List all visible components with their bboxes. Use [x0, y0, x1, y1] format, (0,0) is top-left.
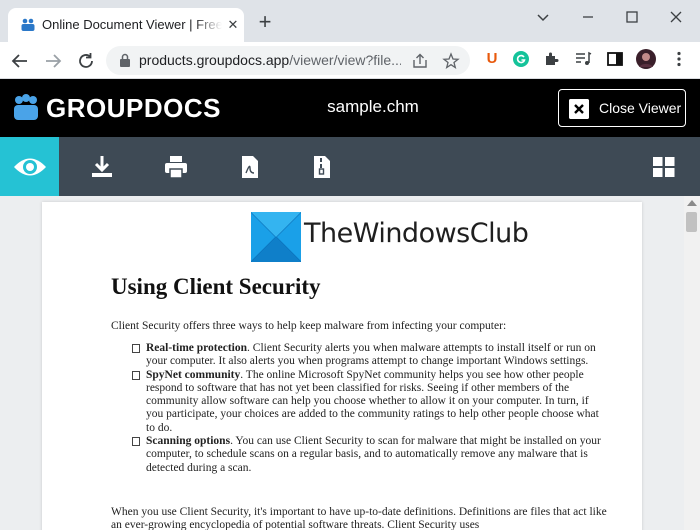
browser-tab[interactable]: Online Document Viewer | Free GroupDocs …	[8, 8, 244, 42]
view-mode-button[interactable]	[0, 137, 59, 196]
download-icon[interactable]	[89, 154, 115, 180]
url-path: /viewer/view?file...	[289, 52, 401, 68]
eye-icon	[14, 158, 46, 176]
document-page: TheWindowsClub Using Client Security Cli…	[42, 202, 642, 530]
chrome-menu-icon[interactable]	[670, 50, 688, 68]
list-item: Scanning options. You can use Client Sec…	[132, 435, 602, 475]
scrollbar-thumb[interactable]	[686, 212, 697, 232]
bullet-box-icon	[132, 437, 140, 447]
bullet-list: Real-time protection. Client Security al…	[132, 342, 602, 475]
windowsclub-logo-icon	[251, 212, 301, 262]
side-panel-icon[interactable]	[606, 50, 624, 68]
viewer-header: GROUPDOCS sample.chm Close Viewer	[0, 79, 700, 137]
document-intro: Client Security offers three ways to hel…	[111, 320, 507, 332]
ublock-extension-icon[interactable]: U	[483, 50, 501, 68]
url-host: products.groupdocs.app	[139, 52, 290, 68]
groupdocs-brand: GROUPDOCS	[46, 93, 221, 123]
url-omnibox[interactable]: products.groupdocs.app/viewer/view?file.…	[106, 46, 470, 75]
browser-tab-strip: Online Document Viewer | Free GroupDocs …	[0, 0, 700, 42]
groupdocs-logo-icon	[14, 94, 38, 120]
list-item: SpyNet community. The online Microsoft S…	[132, 369, 602, 435]
document-viewport[interactable]: TheWindowsClub Using Client Security Cli…	[0, 196, 700, 530]
document-paragraph: When you use Client Security, it's impor…	[111, 506, 607, 530]
watermark-text: TheWindowsClub	[304, 218, 529, 249]
bullet-term: Real-time protection	[146, 342, 248, 354]
close-viewer-label: Close Viewer	[599, 100, 682, 116]
profile-avatar[interactable]	[636, 49, 656, 69]
tab-search-chevron-icon[interactable]	[533, 7, 553, 27]
close-viewer-button[interactable]: Close Viewer	[558, 89, 686, 127]
tab-title-fade	[194, 14, 222, 34]
grammarly-extension-icon[interactable]	[512, 50, 530, 68]
document-heading: Using Client Security	[111, 274, 321, 299]
browser-address-bar: products.groupdocs.app/viewer/view?file.…	[0, 42, 700, 79]
new-tab-icon[interactable]: +	[255, 11, 275, 33]
bullet-term: Scanning options	[146, 435, 231, 448]
document-file-name: sample.chm	[327, 97, 419, 116]
list-item: Real-time protection. Client Security al…	[132, 342, 602, 369]
vertical-scrollbar[interactable]	[684, 196, 700, 530]
bullet-box-icon	[132, 370, 140, 380]
groupdocs-favicon-icon	[21, 18, 35, 31]
print-icon[interactable]	[163, 154, 189, 180]
url-text[interactable]: products.groupdocs.app/viewer/view?file.…	[139, 52, 401, 68]
reload-icon[interactable]	[75, 50, 97, 72]
reading-list-icon[interactable]	[574, 50, 592, 68]
scroll-up-arrow-icon[interactable]	[687, 200, 697, 206]
thumbnails-grid-icon[interactable]	[651, 154, 677, 180]
close-window-icon[interactable]	[666, 7, 686, 27]
bullet-term: SpyNet community	[146, 368, 241, 381]
tab-close-icon[interactable]: ✕	[226, 18, 240, 32]
minimize-icon[interactable]	[578, 7, 598, 27]
pdf-export-icon[interactable]	[237, 154, 263, 180]
extensions-puzzle-icon[interactable]	[543, 50, 561, 68]
forward-arrow-icon[interactable]	[42, 50, 64, 72]
close-icon	[569, 99, 589, 119]
zip-archive-icon[interactable]	[309, 154, 335, 180]
viewer-toolbar	[0, 137, 700, 196]
maximize-icon[interactable]	[622, 7, 642, 27]
lock-icon[interactable]	[118, 53, 132, 68]
bullet-box-icon	[132, 344, 140, 353]
bookmark-star-icon[interactable]	[442, 52, 460, 70]
share-icon[interactable]	[411, 52, 429, 70]
back-arrow-icon[interactable]	[9, 50, 31, 72]
